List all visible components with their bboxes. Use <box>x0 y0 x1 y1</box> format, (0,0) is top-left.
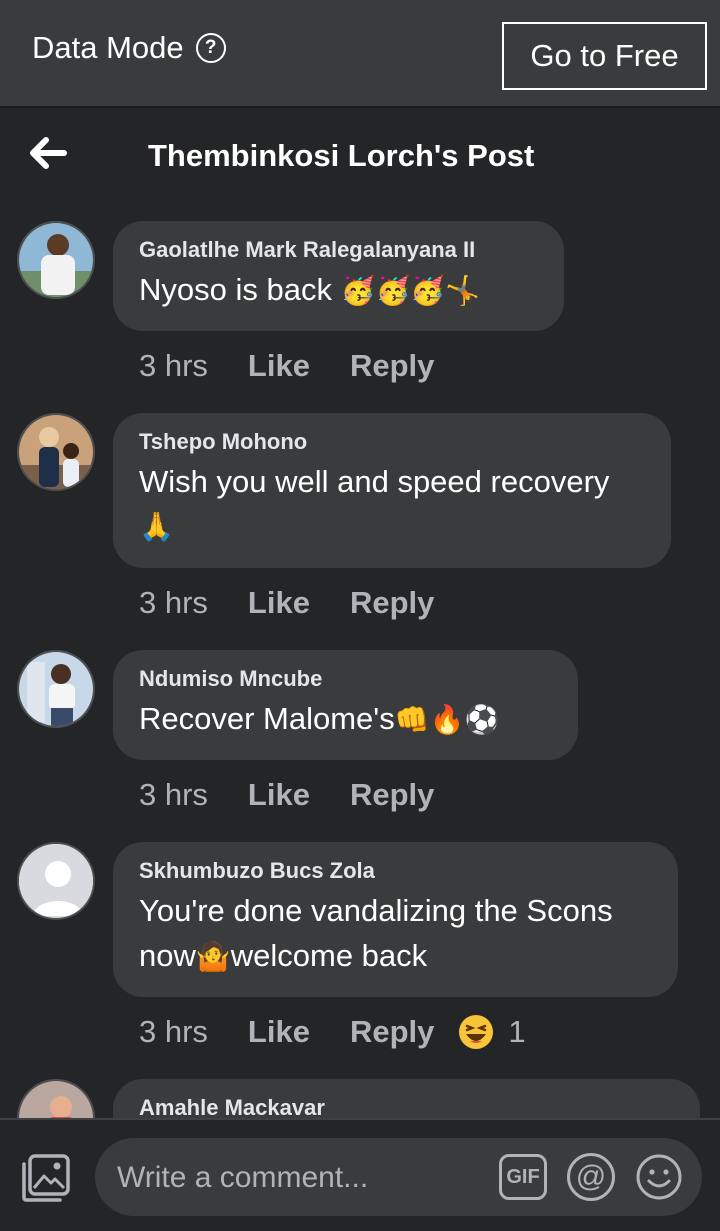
post-header: Thembinkosi Lorch's Post <box>0 108 720 208</box>
gif-icon[interactable]: GIF <box>499 1154 547 1200</box>
comment-body: Wish you well and speed recovery <box>139 464 610 499</box>
emoji-picker-icon[interactable] <box>635 1153 683 1201</box>
photo-icon[interactable] <box>20 1152 72 1204</box>
emoji-party-face: 🥳🥳🥳🤸 <box>340 274 481 307</box>
emoji-shrug: 🤷 <box>195 940 231 973</box>
comment-body-line1: You're done vandalizing the Scons <box>139 893 613 928</box>
like-button[interactable]: Like <box>248 1014 310 1050</box>
go-to-free-button[interactable]: Go to Free <box>502 22 707 90</box>
comment-bubble[interactable]: Ndumiso Mncube Recover Malome's👊🔥⚽ <box>113 650 578 760</box>
comment-bubble[interactable]: Skhumbuzo Bucs Zola You're done vandaliz… <box>113 842 678 997</box>
back-arrow-icon[interactable] <box>28 136 68 170</box>
default-avatar-icon <box>19 844 93 918</box>
help-icon[interactable]: ? <box>195 33 226 63</box>
comment-author[interactable]: Tshepo Mohono <box>139 429 645 455</box>
reply-button[interactable]: Reply <box>350 1014 434 1050</box>
mention-icon[interactable]: @ <box>567 1153 615 1201</box>
comment-body: Recover Malome's <box>139 701 395 736</box>
comment-body-pre: now <box>139 938 196 973</box>
avatar[interactable] <box>17 842 95 920</box>
reaction-count: 1 <box>508 1014 526 1049</box>
comment-actions: 3 hrs Like Reply <box>139 348 434 384</box>
comment-author[interactable]: Skhumbuzo Bucs Zola <box>139 858 652 884</box>
like-button[interactable]: Like <box>248 777 310 813</box>
comment-actions: 3 hrs Like Reply <box>139 585 434 621</box>
comment-author[interactable]: Gaolatlhe Mark Ralegalanyana II <box>139 237 538 263</box>
avatar[interactable] <box>17 413 95 491</box>
reaction-summary[interactable]: 1 <box>458 1014 526 1050</box>
comment-composer: GIF @ <box>0 1118 720 1231</box>
comment-text: You're done vandalizing the Scons now🤷we… <box>139 888 652 979</box>
laughing-face-icon <box>459 1015 494 1049</box>
comment-actions: 3 hrs Like Reply <box>139 777 434 813</box>
data-mode[interactable]: Data Mode ? <box>32 30 226 66</box>
comment-input[interactable] <box>115 1152 479 1204</box>
like-button[interactable]: Like <box>248 348 310 384</box>
emoji-fist-fire-ball: 👊🔥⚽ <box>394 703 500 736</box>
comment-actions: 3 hrs Like Reply 1 <box>139 1014 526 1050</box>
data-mode-bar: Data Mode ? Go to Free <box>0 0 720 108</box>
reply-button[interactable]: Reply <box>350 348 434 384</box>
comment-body-post: welcome back <box>230 938 428 973</box>
data-mode-label: Data Mode <box>32 30 184 65</box>
comment-time: 3 hrs <box>139 348 208 383</box>
comment-text: Wish you well and speed recovery 🙏 <box>139 459 645 549</box>
avatar[interactable] <box>17 650 95 728</box>
comment-time: 3 hrs <box>139 777 208 812</box>
reply-button[interactable]: Reply <box>350 777 434 813</box>
page-title: Thembinkosi Lorch's Post <box>148 138 535 173</box>
avatar[interactable] <box>17 221 95 299</box>
comment-input-wrapper: GIF @ <box>95 1138 702 1216</box>
comment-text: Recover Malome's👊🔥⚽ <box>139 696 552 742</box>
comment-body: Nyoso is back <box>139 272 332 307</box>
emoji-folded-hands: 🙏 <box>139 510 174 543</box>
comment-bubble[interactable]: Gaolatlhe Mark Ralegalanyana II Nyoso is… <box>113 221 564 331</box>
comment-time: 3 hrs <box>139 585 208 620</box>
like-button[interactable]: Like <box>248 585 310 621</box>
comment-time: 3 hrs <box>139 1014 208 1049</box>
comment-text: Nyoso is back 🥳🥳🥳🤸 <box>139 267 538 313</box>
comment-bubble[interactable]: Tshepo Mohono Wish you well and speed re… <box>113 413 671 568</box>
reply-button[interactable]: Reply <box>350 585 434 621</box>
comment-author[interactable]: Ndumiso Mncube <box>139 666 552 692</box>
